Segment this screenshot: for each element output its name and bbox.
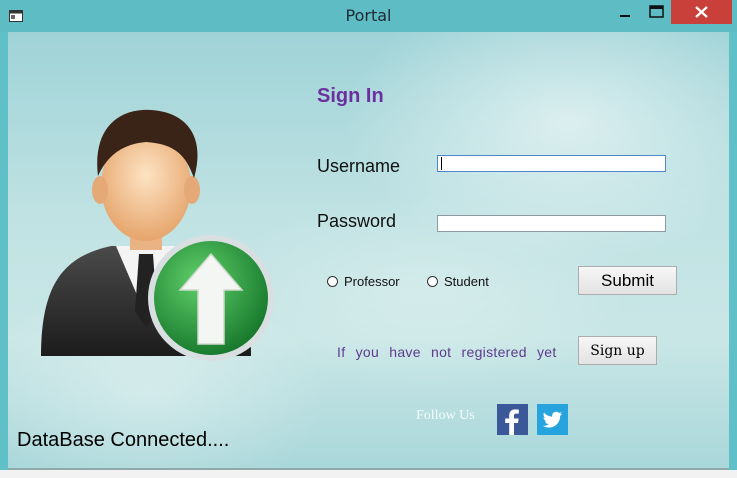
text-caret: [441, 157, 442, 170]
maximize-icon: [649, 5, 664, 18]
professor-radio[interactable]: Professor: [327, 274, 400, 289]
password-field[interactable]: [437, 215, 666, 232]
register-prompt: If you have not registered yet: [337, 344, 557, 360]
facebook-button[interactable]: [497, 404, 528, 435]
close-icon: [695, 6, 708, 18]
follow-us-label: Follow Us: [416, 408, 475, 423]
username-field[interactable]: [437, 155, 666, 172]
minimize-icon: [620, 15, 630, 17]
close-button[interactable]: [671, 0, 732, 24]
minimize-button[interactable]: [609, 0, 641, 24]
sign-up-button[interactable]: Sign up: [578, 336, 657, 365]
username-label: Username: [317, 156, 401, 176]
facebook-icon: [505, 409, 519, 435]
password-label: Password: [317, 211, 397, 231]
status-message: DataBase Connected....: [17, 429, 230, 451]
submit-button[interactable]: Submit: [578, 266, 677, 295]
window-bottom-edge: [0, 470, 737, 478]
title-bar: Portal: [0, 0, 737, 32]
radio-button[interactable]: [427, 276, 438, 287]
sign-in-heading: Sign In: [317, 85, 384, 107]
student-radio-label: Student: [444, 274, 489, 289]
twitter-button[interactable]: [537, 404, 568, 435]
user-upload-icon: [41, 109, 274, 361]
maximize-button[interactable]: [641, 0, 671, 24]
student-radio[interactable]: Student: [427, 274, 489, 289]
professor-radio-label: Professor: [344, 274, 400, 289]
twitter-icon: [542, 411, 562, 428]
login-panel: Sign In Username Password Professor Stud…: [8, 32, 729, 470]
radio-button[interactable]: [327, 276, 338, 287]
